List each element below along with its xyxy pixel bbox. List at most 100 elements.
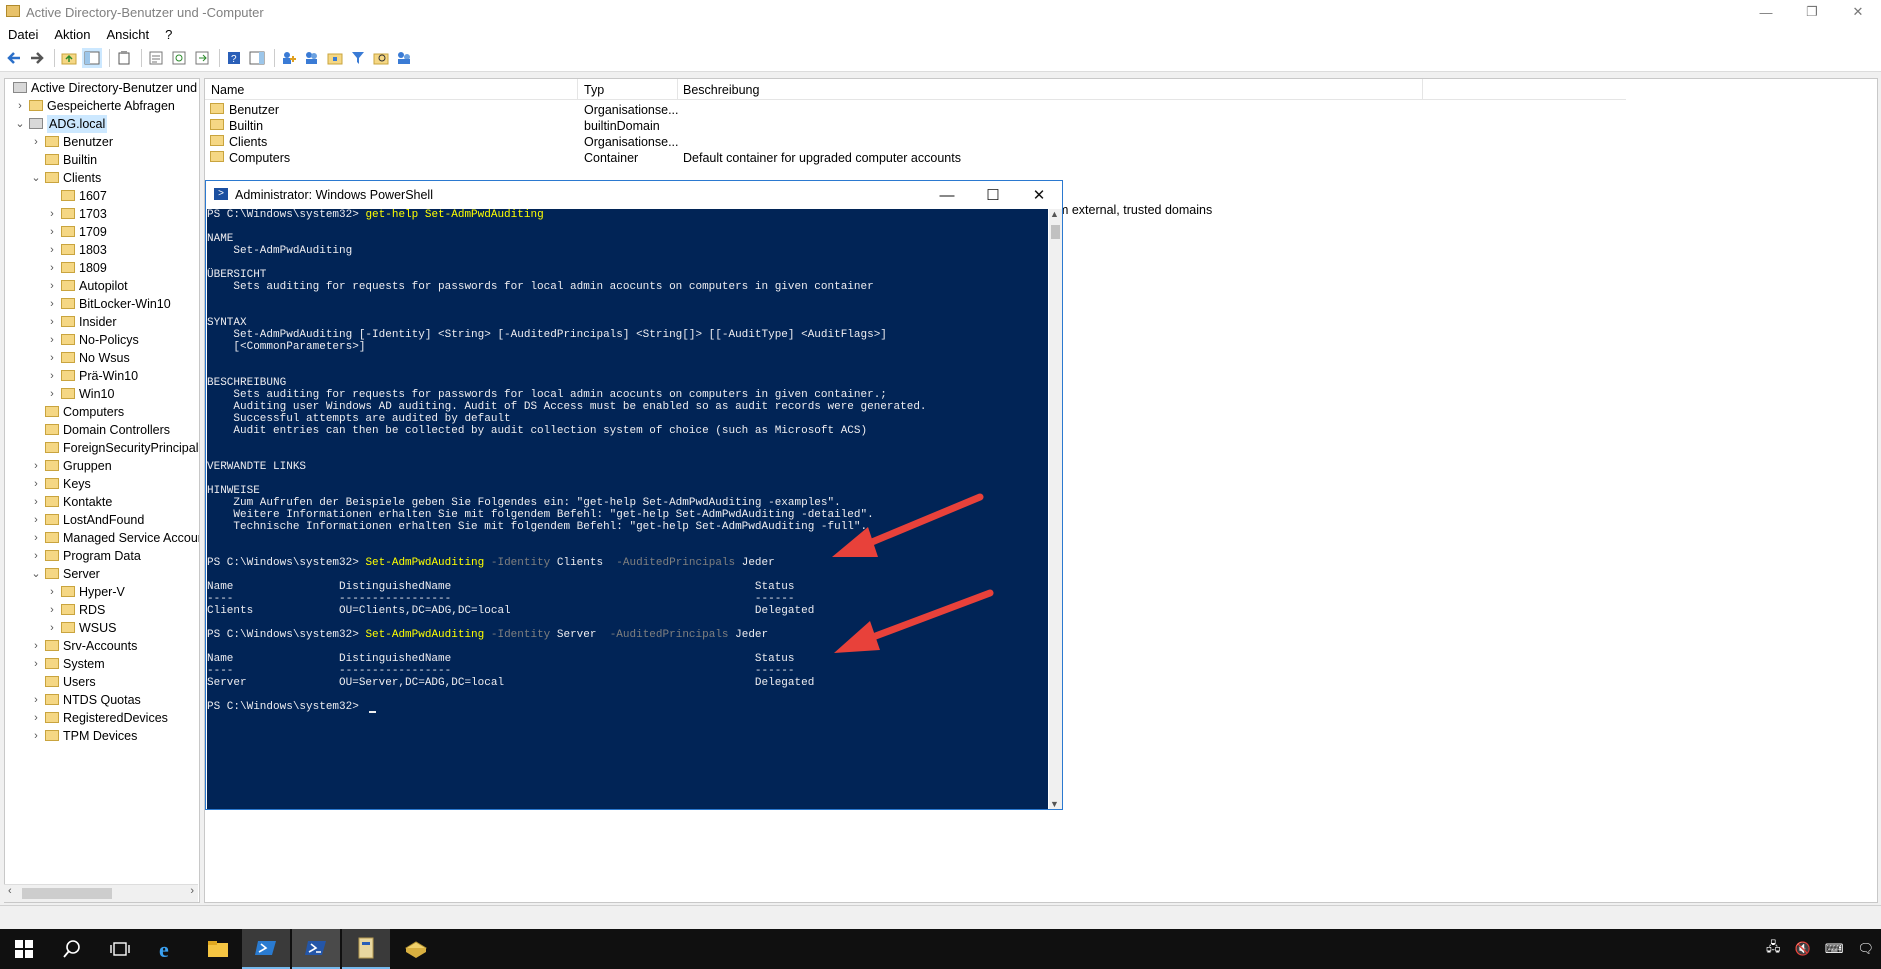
tree-item[interactable]: › No-Policys (5, 331, 199, 349)
collapse-chevron-icon[interactable]: ⌄ (15, 115, 25, 133)
restore-button[interactable]: ❐ (1789, 0, 1835, 24)
windows-start-icon[interactable] (0, 929, 48, 969)
console-scroll-thumb[interactable] (1051, 225, 1060, 239)
tree-item[interactable]: 1607 (5, 187, 199, 205)
expand-chevron-icon[interactable]: › (47, 241, 57, 259)
expand-chevron-icon[interactable]: › (47, 349, 57, 367)
tree-item[interactable]: ⌄ ADG.local (5, 115, 199, 133)
expand-chevron-icon[interactable]: › (47, 295, 57, 313)
tree-item[interactable]: › No Wsus (5, 349, 199, 367)
keyboard-icon[interactable]: ⌨ (1825, 941, 1844, 957)
volume-muted-icon[interactable]: 🔇 (1795, 941, 1811, 957)
clipboard-icon[interactable] (114, 48, 134, 68)
expand-chevron-icon[interactable]: › (31, 529, 41, 547)
action-pane-icon[interactable] (247, 48, 267, 68)
collapse-chevron-icon[interactable]: ⌄ (31, 565, 41, 583)
menu-ansicht[interactable]: Ansicht (99, 24, 158, 44)
expand-chevron-icon[interactable]: › (47, 313, 57, 331)
tree-item[interactable]: Active Directory-Benutzer und - (5, 79, 199, 97)
tree-item[interactable]: › TPM Devices (5, 727, 199, 745)
tree-item[interactable]: ⌄ Server (5, 565, 199, 583)
console-vertical-scrollbar[interactable]: ▲ ▼ (1049, 209, 1062, 809)
tree-item[interactable]: › 1809 (5, 259, 199, 277)
tree-item[interactable]: › Hyper-V (5, 583, 199, 601)
help-icon[interactable]: ? (224, 48, 244, 68)
new-group-icon[interactable] (302, 48, 322, 68)
tree-item[interactable]: › Kontakte (5, 493, 199, 511)
tree-item[interactable]: › Autopilot (5, 277, 199, 295)
expand-chevron-icon[interactable]: › (31, 547, 41, 565)
expand-chevron-icon[interactable]: › (47, 385, 57, 403)
list-row[interactable]: Computers Container Default container for … (205, 149, 1605, 168)
tree-item[interactable]: Computers (5, 403, 199, 421)
expand-chevron-icon[interactable]: › (47, 331, 57, 349)
tree-item[interactable]: › Gruppen (5, 457, 199, 475)
new-user-icon[interactable] (279, 48, 299, 68)
window-titlebar[interactable]: Active Directory-Benutzer und -Computer … (0, 0, 1881, 24)
tree-item[interactable]: › 1709 (5, 223, 199, 241)
tree-item[interactable]: Domain Controllers (5, 421, 199, 439)
filter-icon[interactable] (348, 48, 368, 68)
tree-item[interactable]: › 1703 (5, 205, 199, 223)
up-folder-icon[interactable] (59, 48, 79, 68)
expand-chevron-icon[interactable]: › (31, 691, 41, 709)
expand-chevron-icon[interactable]: › (31, 493, 41, 511)
scroll-right-icon[interactable]: › (190, 885, 194, 897)
powershell-ise-icon[interactable] (242, 929, 290, 969)
expand-chevron-icon[interactable]: › (31, 709, 41, 727)
scroll-down-icon[interactable]: ▼ (1050, 799, 1059, 809)
show-tree-icon[interactable] (82, 47, 102, 68)
close-button[interactable]: ✕ (1835, 0, 1881, 24)
network-icon[interactable]: 🖧 (1766, 938, 1781, 960)
task-view-icon[interactable] (96, 929, 144, 969)
add-to-group-icon[interactable] (394, 48, 414, 68)
tree-item[interactable]: › Win10 (5, 385, 199, 403)
tree-item[interactable]: › Insider (5, 313, 199, 331)
tree-item[interactable]: › Keys (5, 475, 199, 493)
column-name[interactable]: Name (211, 83, 244, 97)
find-icon[interactable] (371, 48, 391, 68)
tree-item[interactable]: › Srv-Accounts (5, 637, 199, 655)
tree-item[interactable]: › BitLocker-Win10 (5, 295, 199, 313)
menu-help[interactable]: ? (157, 24, 180, 44)
expand-chevron-icon[interactable]: › (15, 97, 25, 115)
tree-item[interactable]: › System (5, 655, 199, 673)
forward-icon[interactable] (27, 48, 47, 68)
expand-chevron-icon[interactable]: › (47, 619, 57, 637)
collapse-chevron-icon[interactable]: ⌄ (31, 169, 41, 187)
tree-item[interactable]: › RegisteredDevices (5, 709, 199, 727)
tree-item[interactable]: › Program Data (5, 547, 199, 565)
tree-item[interactable]: › Benutzer (5, 133, 199, 151)
ad-users-computers-icon[interactable] (342, 929, 390, 969)
expand-chevron-icon[interactable]: › (31, 457, 41, 475)
expand-chevron-icon[interactable]: › (47, 259, 57, 277)
ps-minimize-button[interactable]: — (924, 181, 970, 209)
server-manager-icon[interactable] (392, 929, 440, 969)
expand-chevron-icon[interactable]: › (47, 205, 57, 223)
menu-aktion[interactable]: Aktion (46, 24, 98, 44)
tree-item[interactable]: › WSUS (5, 619, 199, 637)
new-ou-icon[interactable] (325, 48, 345, 68)
ps-close-button[interactable]: ✕ (1016, 181, 1062, 209)
expand-chevron-icon[interactable]: › (31, 727, 41, 745)
expand-chevron-icon[interactable]: › (31, 637, 41, 655)
expand-chevron-icon[interactable]: › (31, 133, 41, 151)
ps-maximize-button[interactable]: ☐ (970, 181, 1016, 209)
tree-item[interactable]: › Gespeicherte Abfragen (5, 97, 199, 115)
column-description[interactable]: Beschreibung (683, 83, 759, 97)
powershell-titlebar[interactable]: > Administrator: Windows PowerShell — ☐ … (206, 181, 1062, 209)
tree-item[interactable]: › NTDS Quotas (5, 691, 199, 709)
scroll-thumb[interactable] (22, 888, 112, 899)
properties-icon[interactable] (146, 48, 166, 68)
refresh-icon[interactable] (169, 48, 189, 68)
expand-chevron-icon[interactable]: › (47, 583, 57, 601)
search-icon[interactable] (48, 929, 96, 969)
tree-item[interactable]: › 1803 (5, 241, 199, 259)
expand-chevron-icon[interactable]: › (31, 655, 41, 673)
menu-datei[interactable]: Datei (0, 24, 46, 44)
back-icon[interactable] (4, 48, 24, 68)
expand-chevron-icon[interactable]: › (31, 511, 41, 529)
tree-horizontal-scrollbar[interactable]: ‹ › (4, 884, 198, 902)
tree-item[interactable]: › Managed Service Accour (5, 529, 199, 547)
tree-item[interactable]: ⌄ Clients (5, 169, 199, 187)
